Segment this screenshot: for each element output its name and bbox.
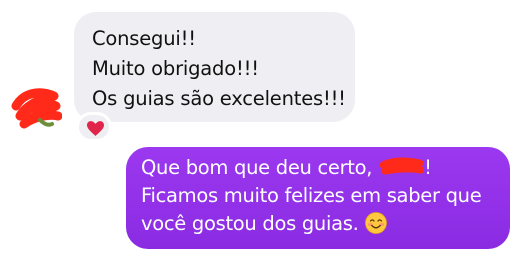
- incoming-message-line: Muito obrigado!!!: [92, 57, 259, 80]
- incoming-message-line: Os guias são excelentes!!!: [92, 87, 346, 110]
- incoming-message-bubble[interactable]: Consegui!! Muito obrigado!!! Os guias sã…: [74, 12, 355, 122]
- outgoing-message-line: você gostou dos guias.: [141, 210, 510, 238]
- outgoing-message-line: Que bom que deu certo, !: [141, 154, 510, 182]
- message-reaction[interactable]: [76, 112, 112, 142]
- outgoing-message-line: Ficamos muito felizes em saber que: [141, 184, 482, 207]
- outgoing-text: Que bom que deu certo,: [141, 156, 379, 179]
- redacted-name: [380, 157, 425, 177]
- outgoing-text: você gostou dos guias.: [141, 212, 359, 235]
- smiling-face-icon: [364, 212, 387, 234]
- redacted-avatar[interactable]: [10, 86, 63, 130]
- chat-thread: Consegui!! Muito obrigado!!! Os guias sã…: [0, 0, 520, 253]
- incoming-message-line: Consegui!!: [92, 27, 196, 50]
- outgoing-text: !: [424, 156, 432, 179]
- outgoing-message-bubble[interactable]: Que bom que deu certo, ! Ficamos muito f…: [126, 147, 510, 249]
- heart-icon: [87, 121, 104, 136]
